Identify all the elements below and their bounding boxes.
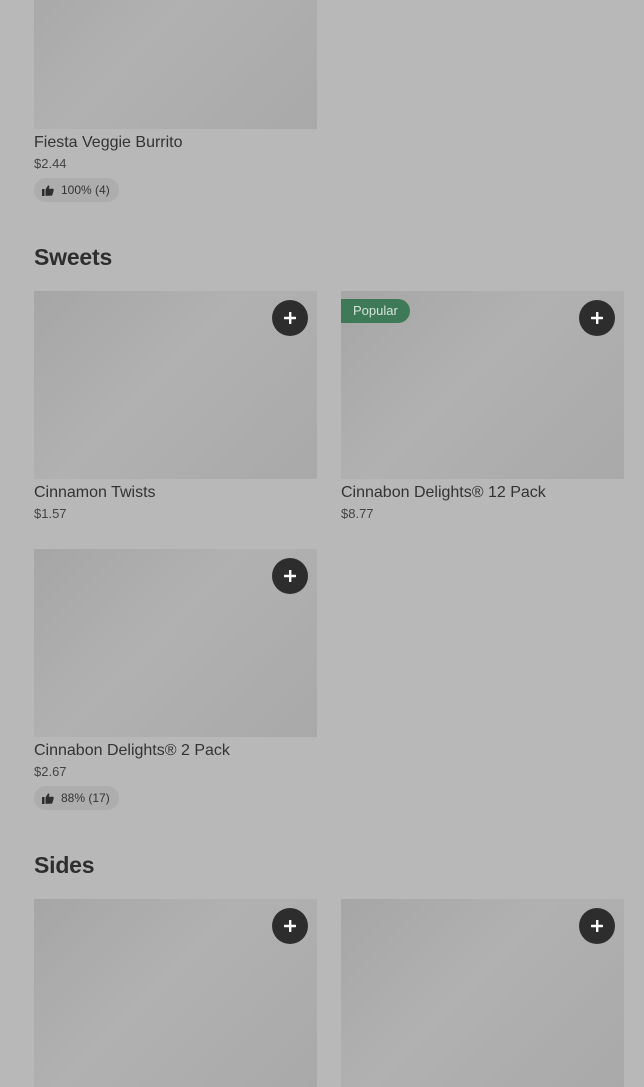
menu-item-card[interactable] — [341, 899, 624, 1087]
item-image[interactable] — [34, 899, 317, 1087]
section-title-sweets: Sweets — [34, 244, 113, 270]
thumbs-up-icon — [42, 184, 54, 196]
item-price: $8.77 — [341, 506, 374, 521]
rating-text: 100% (4) — [61, 183, 110, 197]
item-image[interactable] — [34, 0, 317, 129]
rating-text: 88% (17) — [61, 791, 110, 805]
plus-icon — [591, 920, 603, 932]
plus-icon — [284, 920, 296, 932]
plus-icon — [284, 570, 296, 582]
item-name: Cinnamon Twists — [34, 484, 156, 501]
menu-item-card[interactable]: Popular Cinnabon Delights® 12 Pack $8.77 — [341, 291, 624, 522]
item-price: $2.44 — [34, 156, 67, 171]
add-to-cart-button[interactable] — [272, 558, 308, 594]
menu-item-card[interactable] — [34, 899, 317, 1087]
plus-icon — [284, 312, 296, 324]
section-title-sides: Sides — [34, 852, 95, 878]
add-to-cart-button[interactable] — [579, 300, 615, 336]
item-price: $2.67 — [34, 764, 67, 779]
add-to-cart-button[interactable] — [272, 300, 308, 336]
item-image[interactable] — [341, 899, 624, 1087]
menu-item-card[interactable]: Cinnamon Twists $1.57 — [34, 291, 317, 522]
item-image[interactable] — [34, 291, 317, 479]
add-to-cart-button[interactable] — [272, 908, 308, 944]
item-name: Cinnabon Delights® 2 Pack — [34, 742, 230, 759]
thumbs-up-icon — [42, 792, 54, 804]
item-image[interactable]: Popular — [341, 291, 624, 479]
add-to-cart-button[interactable] — [579, 908, 615, 944]
item-name: Fiesta Veggie Burrito — [34, 134, 183, 151]
plus-icon — [591, 312, 603, 324]
rating-badge: 100% (4) — [34, 178, 119, 202]
item-name: Cinnabon Delights® 12 Pack — [341, 484, 546, 501]
menu-item-card[interactable]: Cinnabon Delights® 2 Pack $2.67 88% (17) — [34, 549, 317, 810]
rating-badge: 88% (17) — [34, 786, 119, 810]
item-price: $1.57 — [34, 506, 67, 521]
popular-badge: Popular — [341, 299, 410, 323]
item-image[interactable] — [34, 549, 317, 737]
menu-item-card[interactable]: Fiesta Veggie Burrito $2.44 100% (4) — [34, 0, 317, 202]
